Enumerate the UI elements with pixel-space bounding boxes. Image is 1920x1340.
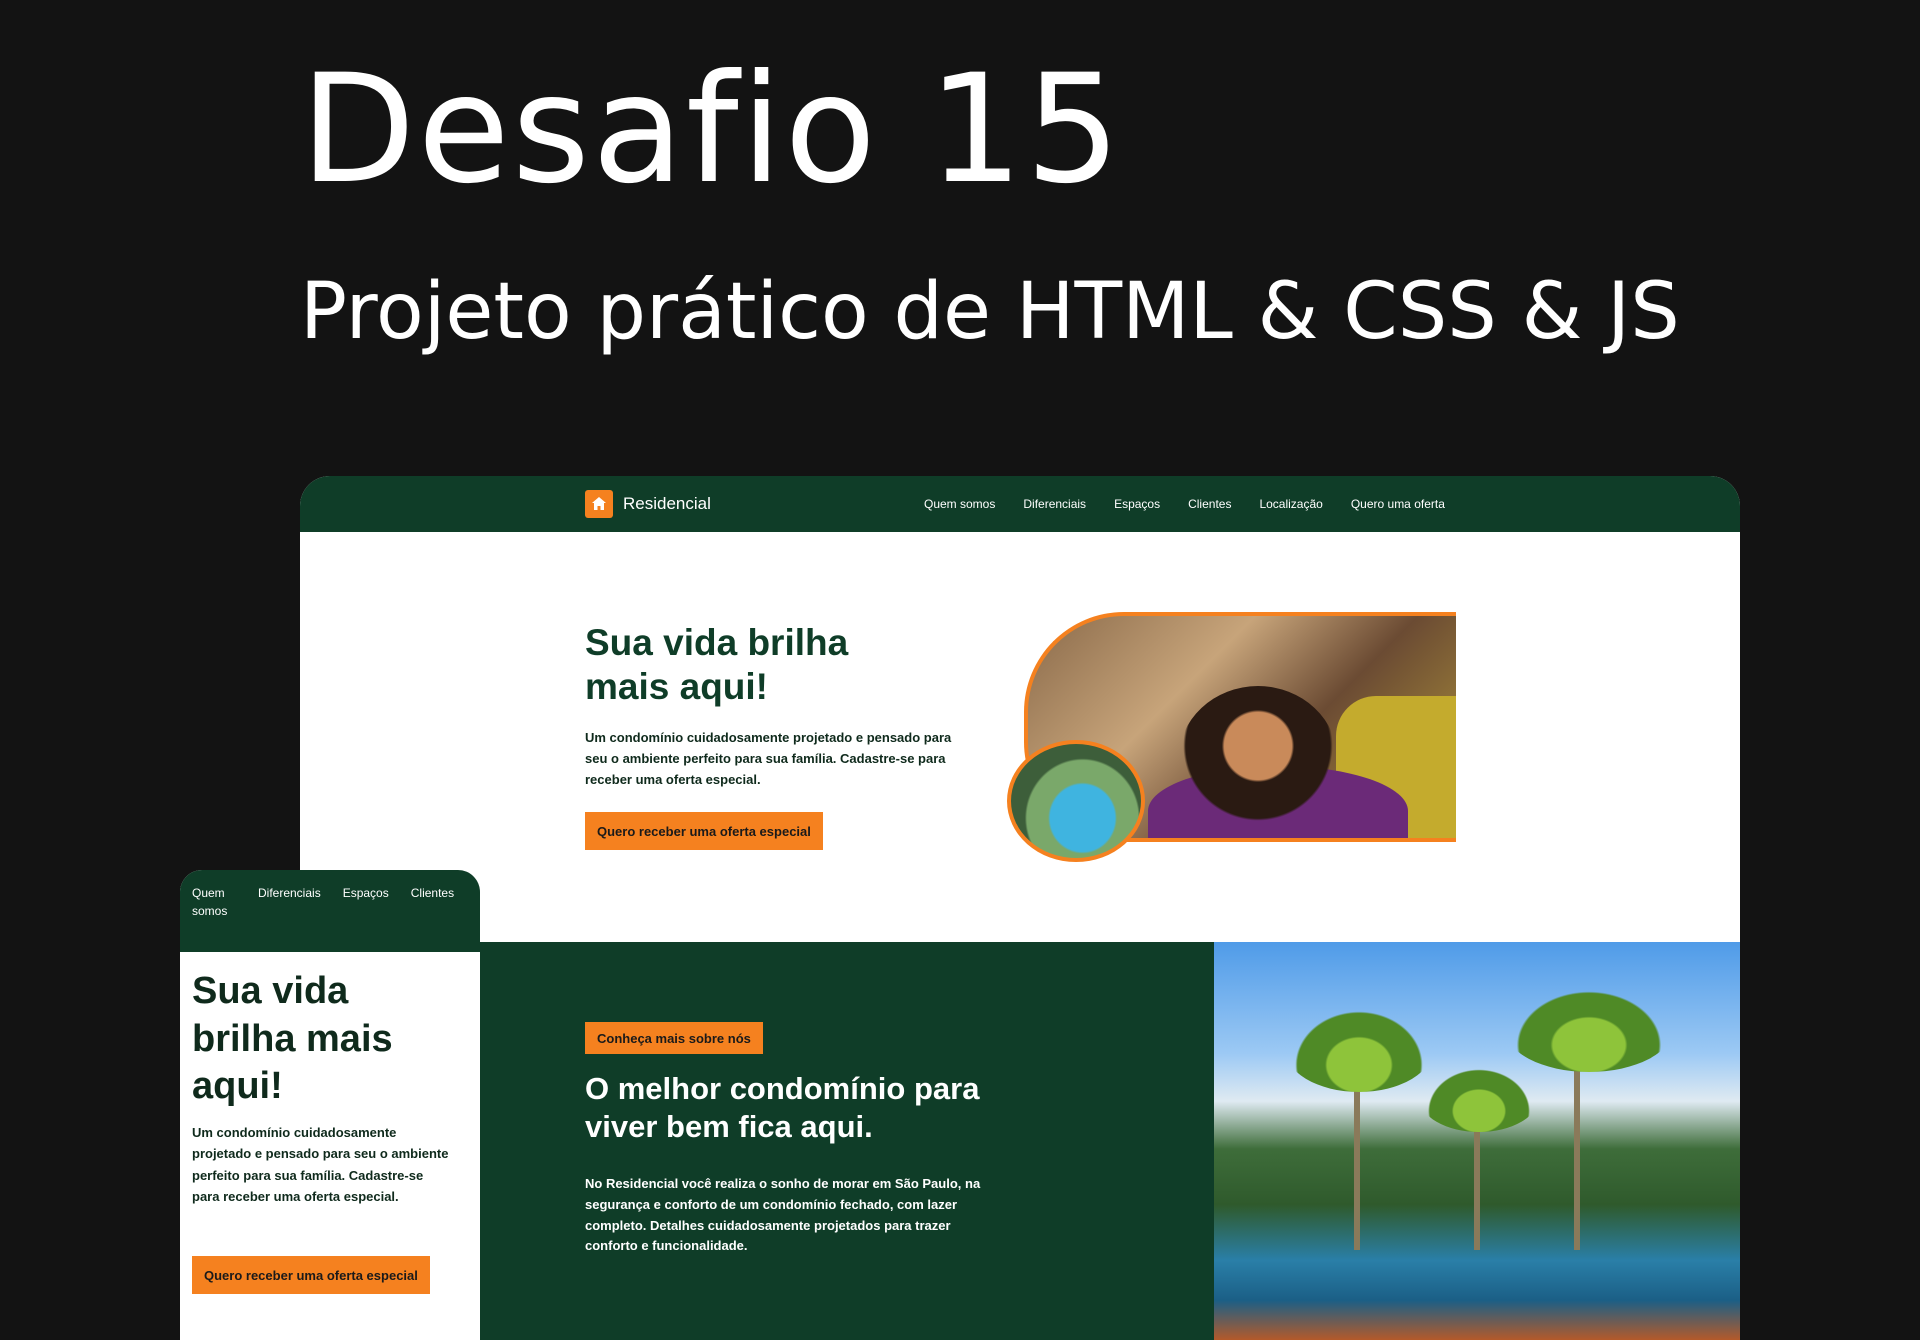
offer-button[interactable]: Quero receber uma oferta especial — [585, 812, 823, 850]
about-title: O melhor condomínio para viver bem fica … — [585, 1071, 980, 1144]
nav-item-quem-somos[interactable]: Quem somos — [924, 497, 995, 511]
about-text: No Residencial você realiza o sonho de m… — [585, 1176, 981, 1254]
palm-frond — [1419, 1062, 1539, 1132]
palm-frond — [1504, 982, 1674, 1072]
nav-item-espacos[interactable]: Espaços — [1114, 497, 1160, 511]
page-title: Desafio 15 — [300, 43, 1123, 217]
pool-palms-photo — [1214, 942, 1740, 1340]
hero-title: Sua vida brilha mais aqui! — [585, 622, 849, 708]
page-subtitle: Projeto prático de HTML & CSS & JS — [300, 267, 1680, 357]
mobile-nav-item-espacos[interactable]: Espaços — [343, 884, 389, 920]
mobile-hero-text: Um condomínio cuidadosamente projetado e… — [192, 1125, 449, 1205]
mobile-offer-button[interactable]: Quero receber uma oferta especial — [192, 1256, 430, 1294]
desktop-menu: Quem somos Diferenciais Espaços Clientes… — [924, 476, 1445, 532]
pool-aerial-photo — [1007, 740, 1145, 862]
mobile-nav-item-diferenciais[interactable]: Diferenciais — [258, 884, 321, 920]
desktop-navbar: Residencial Quem somos Diferenciais Espa… — [300, 476, 1740, 532]
mobile-nav-item-quem-somos[interactable]: Quem somos — [192, 884, 236, 920]
mobile-nav-item-clientes[interactable]: Clientes — [411, 884, 454, 920]
desktop-mockup: Residencial Quem somos Diferenciais Espa… — [300, 476, 1740, 1340]
mobile-hero-title: Sua vida brilha mais aqui! — [192, 970, 393, 1107]
nav-item-diferenciais[interactable]: Diferenciais — [1023, 497, 1086, 511]
about-tag: Conheça mais sobre nós — [585, 1022, 763, 1054]
mobile-navbar: Quem somos Diferenciais Espaços Clientes — [180, 870, 480, 952]
logo-text: Residencial — [623, 494, 711, 513]
hero-text: Um condomínio cuidadosamente projetado e… — [585, 730, 952, 787]
palm-frond — [1284, 1002, 1434, 1092]
child-shape — [1178, 686, 1338, 836]
nav-item-quero-oferta[interactable]: Quero uma oferta — [1351, 497, 1445, 511]
mobile-menu: Quem somos Diferenciais Espaços Clientes — [192, 884, 454, 920]
logo[interactable]: Residencial — [585, 490, 711, 518]
nav-item-localizacao[interactable]: Localização — [1259, 497, 1322, 511]
about-section: Conheça mais sobre nós O melhor condomín… — [300, 942, 1740, 1340]
mobile-mockup: Quem somos Diferenciais Espaços Clientes… — [180, 870, 480, 1340]
nav-item-clientes[interactable]: Clientes — [1188, 497, 1231, 511]
house-icon — [585, 490, 613, 518]
